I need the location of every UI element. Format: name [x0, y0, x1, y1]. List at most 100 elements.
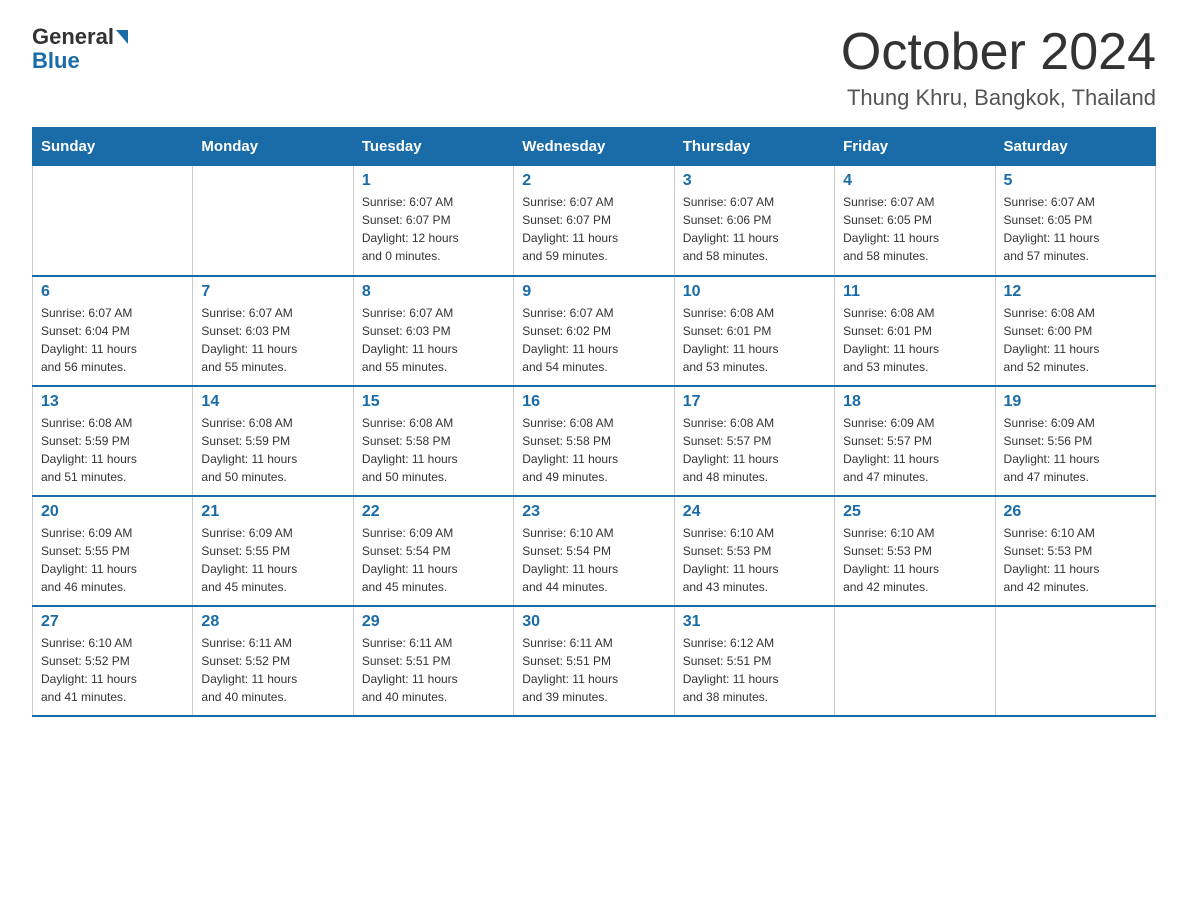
page-header: General Blue October 2024 Thung Khru, Ba… [32, 24, 1156, 111]
day-info: Sunrise: 6:08 AM Sunset: 6:00 PM Dayligh… [1004, 304, 1147, 376]
day-number: 13 [41, 393, 184, 411]
day-number: 17 [683, 393, 826, 411]
calendar-cell: 19 Sunrise: 6:09 AM Sunset: 5:56 PM Dayli… [995, 386, 1155, 496]
day-number: 22 [362, 503, 505, 521]
day-number: 31 [683, 613, 826, 631]
day-number: 26 [1004, 503, 1147, 521]
logo: General Blue [32, 24, 130, 72]
calendar-cell: 12 Sunrise: 6:08 AM Sunset: 6:00 PM Dayli… [995, 276, 1155, 386]
calendar-cell: 1Sunrise: 6:07 AM Sunset: 6:07 PM Daylig… [353, 166, 513, 276]
day-info: Sunrise: 6:07 AM Sunset: 6:05 PM Dayligh… [843, 193, 986, 265]
calendar-cell: 16Sunrise: 6:08 AM Sunset: 5:58 PM Dayli… [514, 386, 674, 496]
day-number: 3 [683, 172, 826, 190]
day-number: 2 [522, 172, 665, 190]
calendar-cell: 7 Sunrise: 6:07 AM Sunset: 6:03 PM Daylig… [193, 276, 353, 386]
calendar-cell: 29Sunrise: 6:11 AM Sunset: 5:51 PM Dayli… [353, 606, 513, 716]
day-number: 19 [1004, 393, 1147, 411]
calendar-cell: 25Sunrise: 6:10 AM Sunset: 5:53 PM Dayli… [835, 496, 995, 606]
day-info: Sunrise: 6:07 AM Sunset: 6:03 PM Dayligh… [201, 304, 344, 376]
calendar-cell: 31 Sunrise: 6:12 AM Sunset: 5:51 PM Dayli… [674, 606, 834, 716]
day-info: Sunrise: 6:11 AM Sunset: 5:51 PM Dayligh… [362, 634, 505, 706]
day-number: 12 [1004, 283, 1147, 301]
calendar-cell: 11 Sunrise: 6:08 AM Sunset: 6:01 PM Dayli… [835, 276, 995, 386]
calendar-cell: 9 Sunrise: 6:07 AM Sunset: 6:02 PM Daylig… [514, 276, 674, 386]
day-info: Sunrise: 6:12 AM Sunset: 5:51 PM Dayligh… [683, 634, 826, 706]
header-cell-thursday: Thursday [674, 128, 834, 166]
day-info: Sunrise: 6:07 AM Sunset: 6:02 PM Dayligh… [522, 304, 665, 376]
day-number: 9 [522, 283, 665, 301]
day-number: 30 [522, 613, 665, 631]
day-info: Sunrise: 6:09 AM Sunset: 5:57 PM Dayligh… [843, 414, 986, 486]
calendar-cell: 3Sunrise: 6:07 AM Sunset: 6:06 PM Daylig… [674, 166, 834, 276]
day-info: Sunrise: 6:10 AM Sunset: 5:53 PM Dayligh… [1004, 524, 1147, 596]
day-info: Sunrise: 6:07 AM Sunset: 6:04 PM Dayligh… [41, 304, 184, 376]
week-row-4: 20 Sunrise: 6:09 AM Sunset: 5:55 PM Dayli… [33, 496, 1156, 606]
calendar-cell: 18Sunrise: 6:09 AM Sunset: 5:57 PM Dayli… [835, 386, 995, 496]
day-number: 28 [201, 613, 344, 631]
calendar-cell: 27Sunrise: 6:10 AM Sunset: 5:52 PM Dayli… [33, 606, 193, 716]
day-number: 23 [522, 503, 665, 521]
calendar-header: SundayMondayTuesdayWednesdayThursdayFrid… [33, 128, 1156, 166]
day-info: Sunrise: 6:10 AM Sunset: 5:54 PM Dayligh… [522, 524, 665, 596]
day-number: 5 [1004, 172, 1147, 190]
day-number: 14 [201, 393, 344, 411]
day-info: Sunrise: 6:07 AM Sunset: 6:03 PM Dayligh… [362, 304, 505, 376]
header-cell-saturday: Saturday [995, 128, 1155, 166]
day-number: 20 [41, 503, 184, 521]
day-number: 11 [843, 283, 986, 301]
day-number: 16 [522, 393, 665, 411]
calendar-cell: 13Sunrise: 6:08 AM Sunset: 5:59 PM Dayli… [33, 386, 193, 496]
calendar-cell: 26 Sunrise: 6:10 AM Sunset: 5:53 PM Dayli… [995, 496, 1155, 606]
calendar-cell: 15Sunrise: 6:08 AM Sunset: 5:58 PM Dayli… [353, 386, 513, 496]
day-number: 10 [683, 283, 826, 301]
calendar-cell: 8 Sunrise: 6:07 AM Sunset: 6:03 PM Daylig… [353, 276, 513, 386]
calendar-cell [193, 166, 353, 276]
calendar-cell: 6 Sunrise: 6:07 AM Sunset: 6:04 PM Daylig… [33, 276, 193, 386]
day-number: 25 [843, 503, 986, 521]
day-info: Sunrise: 6:08 AM Sunset: 6:01 PM Dayligh… [843, 304, 986, 376]
day-number: 4 [843, 172, 986, 190]
day-info: Sunrise: 6:08 AM Sunset: 5:58 PM Dayligh… [362, 414, 505, 486]
week-row-1: 1Sunrise: 6:07 AM Sunset: 6:07 PM Daylig… [33, 166, 1156, 276]
calendar-cell [995, 606, 1155, 716]
calendar-cell [835, 606, 995, 716]
calendar-cell: 4 Sunrise: 6:07 AM Sunset: 6:05 PM Daylig… [835, 166, 995, 276]
calendar-cell: 21 Sunrise: 6:09 AM Sunset: 5:55 PM Dayli… [193, 496, 353, 606]
header-cell-monday: Monday [193, 128, 353, 166]
header-row: SundayMondayTuesdayWednesdayThursdayFrid… [33, 128, 1156, 166]
calendar-cell: 23 Sunrise: 6:10 AM Sunset: 5:54 PM Dayli… [514, 496, 674, 606]
logo-blue-text: Blue [32, 50, 80, 72]
day-info: Sunrise: 6:09 AM Sunset: 5:56 PM Dayligh… [1004, 414, 1147, 486]
day-info: Sunrise: 6:10 AM Sunset: 5:53 PM Dayligh… [683, 524, 826, 596]
day-number: 8 [362, 283, 505, 301]
day-info: Sunrise: 6:08 AM Sunset: 6:01 PM Dayligh… [683, 304, 826, 376]
logo-arrow-icon [116, 30, 128, 44]
title-section: October 2024 Thung Khru, Bangkok, Thaila… [841, 24, 1156, 111]
day-info: Sunrise: 6:09 AM Sunset: 5:54 PM Dayligh… [362, 524, 505, 596]
calendar-cell: 2 Sunrise: 6:07 AM Sunset: 6:07 PM Daylig… [514, 166, 674, 276]
day-info: Sunrise: 6:07 AM Sunset: 6:07 PM Dayligh… [522, 193, 665, 265]
calendar-body: 1Sunrise: 6:07 AM Sunset: 6:07 PM Daylig… [33, 166, 1156, 716]
day-info: Sunrise: 6:11 AM Sunset: 5:51 PM Dayligh… [522, 634, 665, 706]
calendar-cell [33, 166, 193, 276]
week-row-3: 13Sunrise: 6:08 AM Sunset: 5:59 PM Dayli… [33, 386, 1156, 496]
day-number: 24 [683, 503, 826, 521]
day-info: Sunrise: 6:07 AM Sunset: 6:05 PM Dayligh… [1004, 193, 1147, 265]
calendar-cell: 28Sunrise: 6:11 AM Sunset: 5:52 PM Dayli… [193, 606, 353, 716]
month-title: October 2024 [841, 24, 1156, 81]
calendar-cell: 17 Sunrise: 6:08 AM Sunset: 5:57 PM Dayli… [674, 386, 834, 496]
calendar-cell: 14Sunrise: 6:08 AM Sunset: 5:59 PM Dayli… [193, 386, 353, 496]
day-number: 6 [41, 283, 184, 301]
day-number: 7 [201, 283, 344, 301]
day-info: Sunrise: 6:07 AM Sunset: 6:07 PM Dayligh… [362, 193, 505, 265]
calendar-cell: 5 Sunrise: 6:07 AM Sunset: 6:05 PM Daylig… [995, 166, 1155, 276]
week-row-5: 27Sunrise: 6:10 AM Sunset: 5:52 PM Dayli… [33, 606, 1156, 716]
day-info: Sunrise: 6:08 AM Sunset: 5:57 PM Dayligh… [683, 414, 826, 486]
day-info: Sunrise: 6:09 AM Sunset: 5:55 PM Dayligh… [201, 524, 344, 596]
calendar-cell: 24 Sunrise: 6:10 AM Sunset: 5:53 PM Dayli… [674, 496, 834, 606]
day-number: 21 [201, 503, 344, 521]
logo-general-text: General [32, 24, 114, 50]
calendar-cell: 30 Sunrise: 6:11 AM Sunset: 5:51 PM Dayli… [514, 606, 674, 716]
header-cell-wednesday: Wednesday [514, 128, 674, 166]
header-cell-friday: Friday [835, 128, 995, 166]
